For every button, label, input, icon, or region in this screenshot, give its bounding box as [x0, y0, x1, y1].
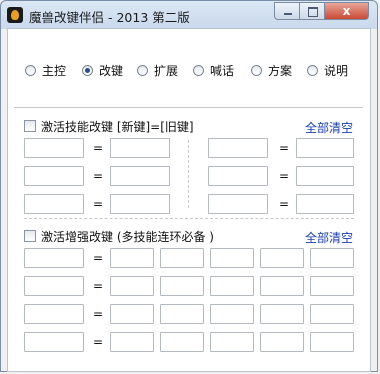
skill-new-key-field[interactable] [208, 138, 268, 158]
equals-sign: = [93, 141, 104, 155]
enhanced-key-field[interactable] [310, 304, 354, 324]
enhanced-key-field[interactable] [210, 276, 254, 296]
equals-sign: = [93, 197, 104, 211]
tab-help[interactable]: 说明 [307, 60, 348, 80]
enhanced-key-field[interactable] [310, 276, 354, 296]
equals-sign: = [93, 279, 104, 293]
enhanced-trigger-field[interactable] [24, 248, 84, 268]
skill-column-divider [188, 140, 189, 208]
skill-remap-label: 激活技能改键 [新键]=[旧键] [41, 119, 194, 134]
enhanced-key-field[interactable] [260, 248, 304, 268]
enhanced-key-field[interactable] [160, 304, 204, 324]
equals-sign: = [93, 169, 104, 183]
enhanced-key-field[interactable] [210, 332, 254, 352]
enhanced-key-field[interactable] [260, 276, 304, 296]
tab-remap[interactable]: 改键 [82, 60, 123, 80]
enhanced-trigger-field[interactable] [24, 304, 84, 324]
window-title: 魔兽改键伴侣 - 2013 第二版 [29, 10, 190, 25]
enhanced-clear-all-link[interactable]: 全部清空 [305, 229, 353, 246]
enhanced-key-field[interactable] [160, 332, 204, 352]
app-icon [7, 7, 23, 23]
tab-chat[interactable]: 喊话 [193, 60, 234, 80]
tab-main[interactable]: 主控 [25, 60, 66, 80]
tab-extend[interactable]: 扩展 [137, 60, 178, 80]
skill-old-key-field[interactable] [110, 194, 170, 214]
skill-old-key-field[interactable] [110, 166, 170, 186]
enhanced-key-field[interactable] [210, 248, 254, 268]
radio-icon[interactable] [307, 64, 318, 76]
radio-icon[interactable] [193, 64, 204, 76]
skill-new-key-field[interactable] [208, 166, 268, 186]
tab-label: 说明 [324, 63, 349, 78]
equals-sign: = [93, 251, 104, 265]
enhanced-key-field[interactable] [310, 332, 354, 352]
skill-remap-toggle[interactable]: 激活技能改键 [新键]=[旧键] [24, 118, 194, 134]
skill-new-key-field[interactable] [24, 194, 84, 214]
radio-icon[interactable] [251, 64, 262, 76]
tab-label: 改键 [99, 63, 124, 78]
skill-old-key-field[interactable] [296, 166, 354, 186]
close-button[interactable]: x [324, 2, 369, 20]
radio-selected-icon[interactable] [82, 64, 93, 76]
tab-label: 扩展 [154, 63, 179, 78]
enhanced-key-field[interactable] [110, 276, 154, 296]
enhanced-remap-toggle[interactable]: 激活增强改键 (多技能连环必备 ) [24, 228, 214, 244]
radio-icon[interactable] [137, 64, 148, 76]
enhanced-key-field[interactable] [210, 304, 254, 324]
tabs-divider [14, 107, 363, 108]
equals-sign: = [279, 169, 290, 183]
equals-sign: = [279, 197, 290, 211]
minimize-button[interactable] [274, 2, 300, 20]
tab-label: 主控 [42, 63, 67, 78]
enhanced-remap-label: 激活增强改键 (多技能连环必备 ) [41, 229, 214, 244]
skill-old-key-field[interactable] [296, 138, 354, 158]
equals-sign: = [93, 307, 104, 321]
equals-sign: = [279, 141, 290, 155]
skill-old-key-field[interactable] [110, 138, 170, 158]
checkbox-icon[interactable] [24, 120, 36, 132]
skill-new-key-field[interactable] [24, 166, 84, 186]
enhanced-key-field[interactable] [310, 248, 354, 268]
enhanced-key-field[interactable] [260, 332, 304, 352]
enhanced-trigger-field[interactable] [24, 276, 84, 296]
title-bar[interactable]: 魔兽改键伴侣 - 2013 第二版 x [1, 1, 377, 29]
enhanced-trigger-field[interactable] [24, 332, 84, 352]
tab-label: 喊话 [210, 63, 235, 78]
enhanced-key-field[interactable] [110, 332, 154, 352]
enhanced-key-field[interactable] [110, 304, 154, 324]
skill-old-key-field[interactable] [296, 194, 354, 214]
radio-icon[interactable] [25, 64, 36, 76]
enhanced-key-field[interactable] [160, 248, 204, 268]
enhanced-key-field[interactable] [160, 276, 204, 296]
close-icon: x [342, 4, 351, 18]
skill-clear-all-link[interactable]: 全部清空 [305, 119, 353, 136]
section-divider [24, 218, 354, 219]
skill-new-key-field[interactable] [208, 194, 268, 214]
checkbox-icon[interactable] [24, 230, 36, 242]
tab-label: 方案 [268, 63, 293, 78]
tab-scheme[interactable]: 方案 [251, 60, 292, 80]
maximize-button[interactable] [299, 2, 325, 20]
skill-new-key-field[interactable] [24, 138, 84, 158]
equals-sign: = [93, 335, 104, 349]
enhanced-key-field[interactable] [260, 304, 304, 324]
enhanced-key-field[interactable] [110, 248, 154, 268]
